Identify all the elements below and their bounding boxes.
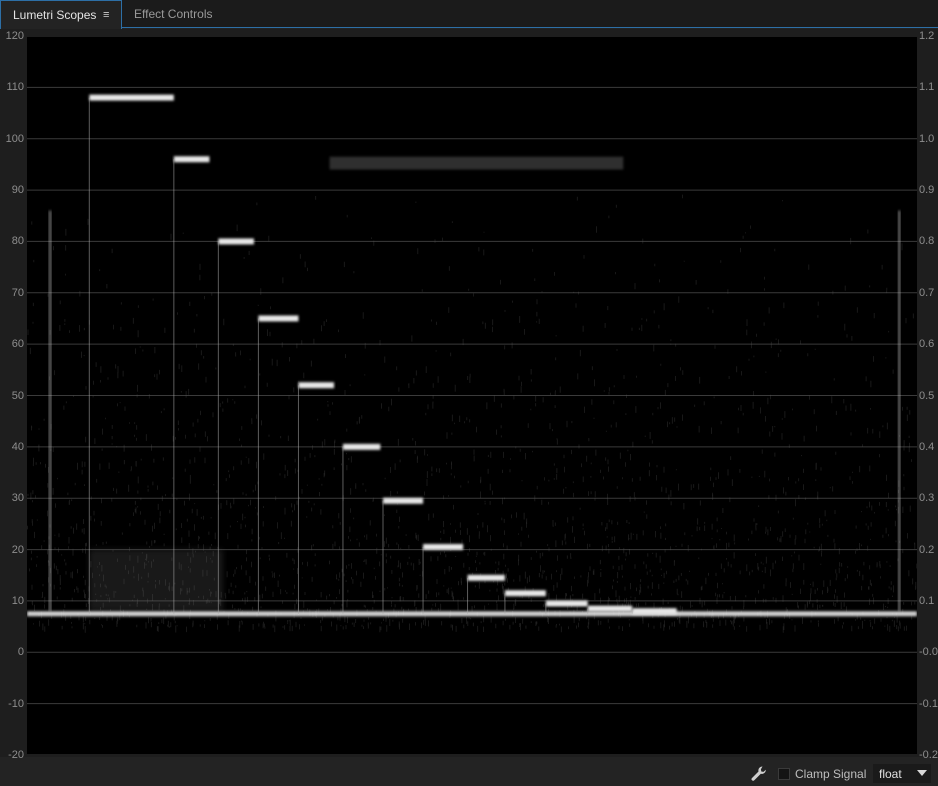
lumetri-scopes-panel: Lumetri Scopes ≡ Effect Controls 120 1.2… — [0, 0, 938, 786]
right-axis-tick-label: -0.2 — [919, 749, 938, 761]
waveform-step — [423, 544, 464, 551]
scope-frame: 120 1.2 110 1.1 100 1.0 90 0.9 80 0.8 70 0.7 60 0.6 50… — [0, 29, 938, 761]
right-axis-tick-label: 0.9 — [919, 184, 935, 197]
waveform-step — [545, 600, 588, 607]
waveform-step — [89, 94, 174, 101]
waveform-step — [342, 443, 381, 450]
left-axis-tick-label: 0 — [17, 646, 24, 659]
waveform-scope — [26, 35, 918, 756]
waveform-noise — [26, 156, 918, 633]
tab-lumetri-scopes-label: Lumetri Scopes — [13, 8, 97, 22]
float-dropdown[interactable]: float — [873, 764, 931, 783]
waveform-step — [467, 574, 505, 581]
left-axis-tick-label: -10 — [8, 697, 24, 710]
waveform-step — [173, 156, 210, 163]
left-axis-tick-label: 110 — [6, 81, 24, 94]
float-dropdown-value: float — [879, 767, 902, 781]
waveform-step — [258, 315, 299, 322]
waveform-baseline — [27, 611, 917, 617]
waveform-step — [587, 605, 633, 612]
right-axis-tick-label: 0.1 — [919, 594, 935, 607]
left-axis-tick-label: 100 — [5, 132, 24, 145]
scope-gridlines — [27, 35, 917, 756]
waveform-step — [632, 608, 677, 615]
right-axis-tick-label: 0.8 — [919, 235, 935, 248]
right-axis-tick-label: 0.2 — [919, 543, 935, 556]
right-axis-tick-label: 1.1 — [919, 81, 935, 94]
chevron-down-icon — [917, 770, 927, 776]
left-axis-tick-label: 60 — [11, 338, 24, 351]
right-axis-tick-label: 0.3 — [919, 492, 935, 505]
right-axis-tick-label: 1.2 — [919, 30, 935, 42]
right-axis-tick-label: 1.0 — [919, 132, 935, 145]
left-axis-tick-label: 30 — [11, 492, 24, 505]
right-axis-tick-label: 0.6 — [919, 338, 935, 351]
right-axis-tick-label: 0.5 — [919, 389, 935, 402]
waveform-step — [298, 382, 335, 389]
left-axis-tick-label: 20 — [11, 543, 24, 556]
clamp-signal-label: Clamp Signal — [795, 767, 867, 781]
right-axis-tick-label: -0.0 — [919, 646, 938, 659]
right-axis-tick-label: 0.4 — [919, 440, 935, 453]
waveform-step — [383, 497, 424, 504]
left-axis-tick-label: 50 — [11, 389, 24, 402]
wrench-icon[interactable] — [750, 765, 768, 783]
waveform-edge-trace — [48, 210, 52, 612]
tab-effect-controls-label: Effect Controls — [134, 7, 213, 21]
waveform-svg — [26, 35, 918, 756]
left-axis-tick-label: 120 — [5, 30, 24, 42]
waveform-highlight-band — [329, 156, 624, 170]
clamp-signal-checkbox[interactable] — [778, 768, 790, 780]
right-axis-tick-label: -0.1 — [919, 697, 938, 710]
left-axis-tick-label: 40 — [11, 440, 24, 453]
hamburger-menu-icon[interactable]: ≡ — [103, 1, 109, 29]
left-axis-tick-label: 10 — [11, 594, 24, 607]
left-axis-tick-label: -20 — [8, 749, 24, 761]
right-axis-tick-label: 0.7 — [919, 286, 935, 299]
tab-effect-controls[interactable]: Effect Controls — [122, 0, 242, 28]
waveform-step — [504, 590, 546, 597]
left-axis-tick-label: 90 — [11, 184, 24, 197]
waveform-trace — [27, 94, 917, 617]
left-axis-tick-label: 80 — [11, 235, 24, 248]
left-axis-tick-label: 70 — [11, 286, 24, 299]
tab-lumetri-scopes[interactable]: Lumetri Scopes ≡ — [0, 0, 122, 29]
waveform-edge-trace — [897, 210, 901, 612]
waveform-step — [218, 238, 254, 245]
waveform-shadow-glow — [89, 549, 223, 612]
panel-tab-bar: Lumetri Scopes ≡ Effect Controls — [0, 0, 938, 29]
scope-bottom-bar: Clamp Signal float — [0, 761, 938, 786]
